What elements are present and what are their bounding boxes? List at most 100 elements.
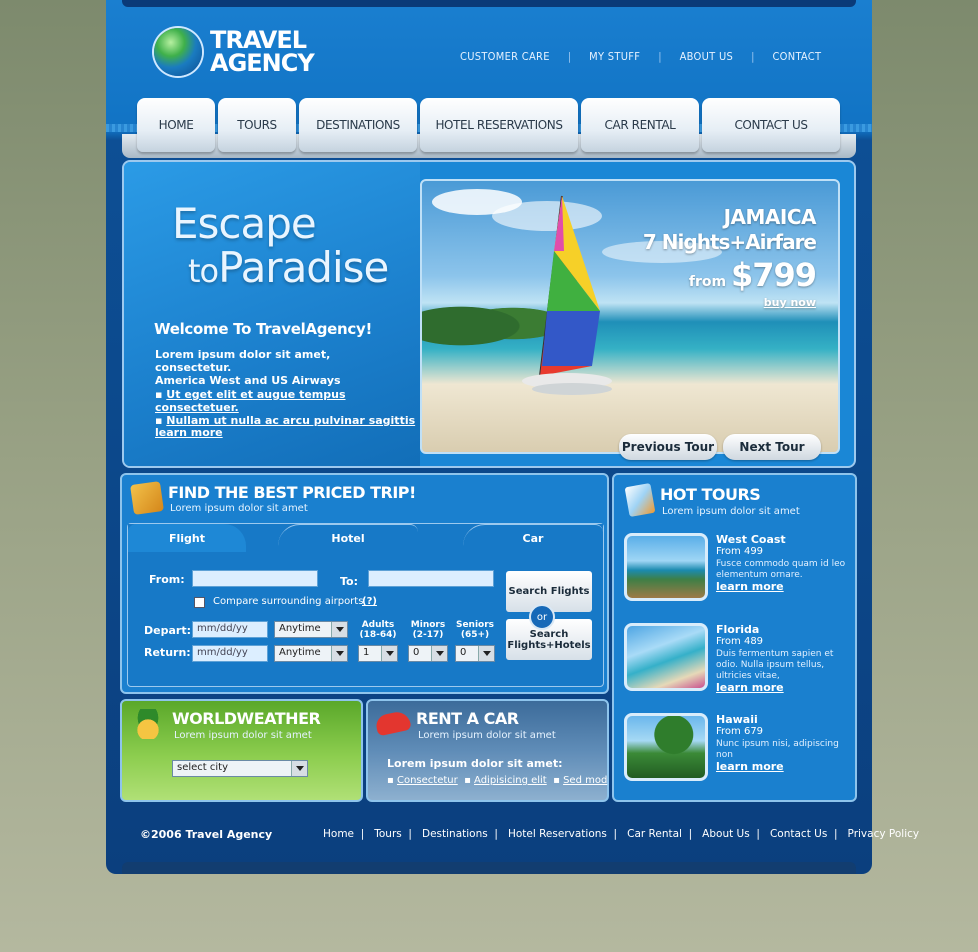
depart-time-value: Anytime (279, 623, 321, 634)
welcome-link-1[interactable]: Ut eget elit et augue tempus consectetue… (155, 388, 346, 414)
minors-select[interactable]: 0 (408, 645, 448, 662)
from-input[interactable] (192, 570, 318, 587)
return-label: Return: (144, 646, 191, 659)
promo-package: 7 Nights+Airfare (642, 230, 817, 254)
compare-label: Compare surrounding airports (213, 596, 364, 607)
tab-flight[interactable]: Flight (128, 524, 246, 552)
tour-desc: Nunc ipsum nisi, adipiscing non learn mor… (716, 739, 852, 774)
hot-tour-item: Florida From 489 Duis fermentum sapien e… (624, 623, 854, 695)
search-combo-line-1: Search (529, 628, 569, 640)
adults-select[interactable]: 1 (358, 645, 398, 662)
nav-tab-destinations[interactable]: DESTINATIONS (299, 98, 417, 152)
search-combo-line-2: Flights+Hotels (507, 639, 591, 651)
hot-tours-subtitle: Lorem ipsum dolor sit amet (662, 506, 800, 517)
buy-now-link[interactable]: buy now (643, 296, 816, 309)
hero-banner: Escape toParadise Welcome To TravelAgenc… (122, 160, 856, 468)
catamaran-sail-icon (522, 195, 612, 395)
footer-link-hotel-reservations[interactable]: Hotel Reservations (508, 828, 607, 840)
promo-from: from (688, 274, 727, 290)
headline-paradise: Paradise (218, 243, 389, 292)
welcome-body-line-1: Lorem ipsum dolor sit amet, consectetur. (155, 348, 331, 374)
nav-tab-contact-us[interactable]: CONTACT US (702, 98, 840, 152)
seniors-header: Seniors (65+) (455, 620, 495, 640)
top-link-my-stuff[interactable]: MY STUFF (589, 50, 640, 63)
footer-link-about-us[interactable]: About Us (702, 828, 750, 840)
tab-hotel[interactable]: Hotel (278, 524, 418, 552)
hot-tours-panel: HOT TOURS Lorem ipsum dolor sit amet Wes… (612, 473, 857, 802)
tour-price: From 679 (716, 726, 764, 737)
footer-links: Home | Tours | Destinations | Hotel Rese… (323, 828, 920, 840)
tour-learn-more-link[interactable]: learn more (716, 760, 784, 773)
top-link-about-us[interactable]: ABOUT US (680, 50, 734, 63)
chevron-down-icon (336, 627, 344, 632)
seniors-label: Seniors (455, 620, 495, 630)
nav-tab-tours[interactable]: TOURS (218, 98, 296, 152)
tour-learn-more-link[interactable]: learn more (716, 580, 784, 593)
welcome-body-line-2: America West and US Airways (155, 374, 341, 387)
footer-link-contact-us[interactable]: Contact Us (770, 828, 827, 840)
minors-value: 0 (413, 647, 420, 658)
return-time-value: Anytime (279, 647, 321, 658)
tour-thumbnail[interactable] (624, 713, 708, 781)
rent-car-title: RENT A CAR (416, 709, 519, 728)
top-link-contact[interactable]: CONTACT (772, 50, 821, 63)
seniors-range: (65+) (460, 630, 490, 640)
nav-tab-car-rental[interactable]: CAR RENTAL (581, 98, 699, 152)
hero-learn-more-link[interactable]: learn more (155, 426, 223, 439)
tour-learn-more-link[interactable]: learn more (716, 681, 784, 694)
footer: ©2006 Travel Agency Home | Tours | Desti… (106, 820, 919, 850)
logo-line-2: AGENCY (210, 49, 315, 77)
rent-car-subtitle: Lorem ipsum dolor sit amet (418, 730, 556, 741)
rent-car-link-2[interactable]: Adipisicing elit (474, 775, 547, 786)
footer-link-privacy-policy[interactable]: Privacy Policy (848, 828, 920, 840)
nav-tab-hotel-reservations[interactable]: HOTEL RESERVATIONS (420, 98, 578, 152)
next-tour-button[interactable]: Next Tour (723, 434, 821, 460)
tab-car[interactable]: Car (463, 524, 603, 552)
headline-escape: Escape (172, 199, 317, 248)
depart-label: Depart: (144, 624, 191, 637)
trip-tabs: Flight Hotel Car (128, 524, 603, 552)
footer-link-destinations[interactable]: Destinations (422, 828, 488, 840)
top-link-customer-care[interactable]: CUSTOMER CARE (460, 50, 550, 63)
car-icon (374, 709, 412, 737)
chevron-down-icon (436, 651, 444, 656)
adults-range: (18-64) (359, 630, 397, 640)
chevron-down-icon (483, 651, 491, 656)
tour-thumbnail[interactable] (624, 623, 708, 691)
rent-car-link-1[interactable]: Consectetur (397, 775, 458, 786)
trip-title: FIND THE BEST PRICED TRIP! (168, 483, 416, 502)
hot-tour-item: Hawaii From 679 Nunc ipsum nisi, adipisc… (624, 713, 854, 785)
compare-checkbox[interactable] (194, 597, 205, 608)
rent-car-panel: RENT A CAR Lorem ipsum dolor sit amet Lo… (366, 699, 609, 802)
logo[interactable]: TRAVEL AGENCY (154, 28, 315, 77)
weather-title: WORLDWEATHER (172, 709, 321, 728)
copyright: ©2006 Travel Agency (140, 828, 273, 841)
depart-time-select[interactable]: Anytime (274, 621, 348, 638)
hot-tour-item: West Coast From 499 Fusce commodo quam i… (624, 533, 854, 605)
weather-panel: WORLDWEATHER Lorem ipsum dolor sit amet … (120, 699, 363, 802)
tour-desc: Duis fermentum sapien et odio. Nulla ips… (716, 649, 852, 695)
to-input[interactable] (368, 570, 494, 587)
nav-tab-home[interactable]: HOME (137, 98, 215, 152)
hot-tours-title: HOT TOURS (660, 485, 761, 504)
compare-help-link[interactable]: (?) (362, 596, 377, 607)
rent-car-links: ▪ Consectetur ▪ Adipisicing elit ▪ Sed m… (387, 775, 608, 786)
minors-header: Minors (2-17) (408, 620, 448, 640)
return-date-input[interactable]: mm/dd/yy (192, 645, 268, 662)
footer-link-tours[interactable]: Tours (374, 828, 402, 840)
adults-header: Adults (18-64) (358, 620, 398, 640)
city-select[interactable]: select city (172, 760, 308, 777)
welcome-links: ▪ Ut eget elit et augue tempus consectet… (155, 388, 416, 427)
seniors-value: 0 (460, 647, 467, 658)
rent-car-link-3[interactable]: Sed mod (563, 775, 607, 786)
footer-link-car-rental[interactable]: Car Rental (627, 828, 682, 840)
depart-date-input[interactable]: mm/dd/yy (192, 621, 268, 638)
previous-tour-button[interactable]: Previous Tour (619, 434, 717, 460)
seniors-select[interactable]: 0 (455, 645, 495, 662)
bottom-bar (122, 862, 856, 874)
tour-thumbnail[interactable] (624, 533, 708, 601)
adults-label: Adults (361, 620, 395, 630)
footer-link-home[interactable]: Home (323, 828, 354, 840)
tour-desc-text: Duis fermentum sapien et odio. Nulla ips… (716, 649, 834, 681)
return-time-select[interactable]: Anytime (274, 645, 348, 662)
